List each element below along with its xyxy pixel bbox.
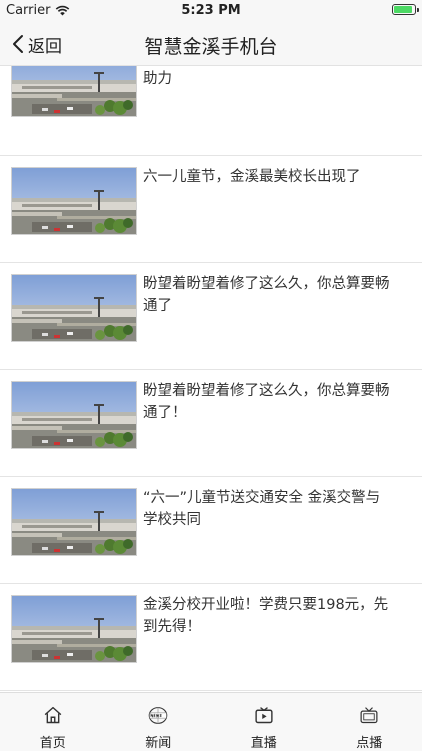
news-thumbnail xyxy=(11,274,137,342)
tv-icon xyxy=(357,705,381,726)
list-item[interactable]: 金溪分校开业啦！学费只要198元，先到先得！ xyxy=(0,584,422,691)
news-title: 金溪分校开业啦！学费只要198元，先到先得！ xyxy=(143,594,393,638)
page-title: 智慧金溪手机台 xyxy=(0,32,422,59)
list-item[interactable]: 六一儿童节，金溪最美校长出现了 xyxy=(0,156,422,263)
tab-label: 直播 xyxy=(251,732,277,751)
news-thumbnail xyxy=(11,66,137,117)
tab-home[interactable]: 首页 xyxy=(0,693,106,751)
tab-label: 首页 xyxy=(40,732,66,751)
news-thumbnail xyxy=(11,381,137,449)
list-item[interactable]: 战斗机、直升机降落金溪 为金溪福彩助力 xyxy=(0,66,422,156)
news-list: 战斗机、直升机降落金溪 为金溪福彩助力 六一儿童节，金溪最美校长出现了 盼望着盼… xyxy=(0,66,422,692)
news-title: 战斗机、直升机降落金溪 为金溪福彩助力 xyxy=(143,66,393,90)
list-item[interactable]: “六一”儿童节送交通安全 金溪交警与学校共同 xyxy=(0,477,422,584)
tab-bar: 首页 新闻 直播 点播 xyxy=(0,692,422,751)
tab-label: 新闻 xyxy=(145,732,171,751)
news-title: 六一儿童节，金溪最美校长出现了 xyxy=(143,166,393,188)
home-icon xyxy=(41,705,65,726)
live-icon xyxy=(252,705,276,726)
battery-icon xyxy=(392,4,416,15)
status-bar: Carrier 5:23 PM xyxy=(0,0,422,22)
tab-label: 点播 xyxy=(356,732,382,751)
nav-bar: 返回 智慧金溪手机台 xyxy=(0,22,422,66)
news-icon xyxy=(146,705,170,726)
list-item[interactable]: 盼望着盼望着修了这么久，你总算要畅通了！ xyxy=(0,370,422,477)
news-thumbnail xyxy=(11,488,137,556)
status-time: 5:23 PM xyxy=(0,3,422,18)
news-thumbnail xyxy=(11,167,137,235)
news-title: 盼望着盼望着修了这么久，你总算要畅通了！ xyxy=(143,380,393,424)
tab-vod[interactable]: 点播 xyxy=(317,693,422,751)
news-title: 盼望着盼望着修了这么久，你总算要畅通了 xyxy=(143,273,393,317)
tab-news[interactable]: 新闻 xyxy=(106,693,212,751)
list-item[interactable]: 盼望着盼望着修了这么久，你总算要畅通了 xyxy=(0,263,422,370)
news-thumbnail xyxy=(11,595,137,663)
news-title: “六一”儿童节送交通安全 金溪交警与学校共同 xyxy=(143,487,393,531)
tab-live[interactable]: 直播 xyxy=(211,693,317,751)
